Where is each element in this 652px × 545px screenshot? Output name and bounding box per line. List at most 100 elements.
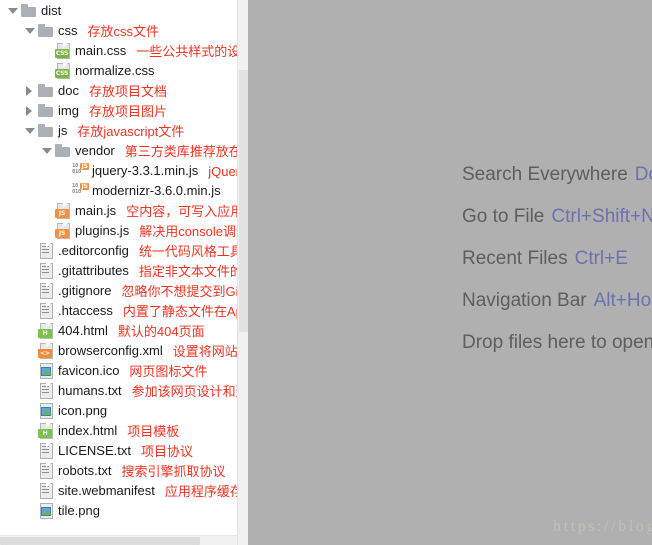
tree-node-label: .htaccess [58,302,113,318]
tree-file-row[interactable]: tile.png [0,500,237,520]
project-tree-panel[interactable]: dist css 存放css文件 CSS main.css 一些公共样式的设置 CSS nor… [0,0,237,545]
editor-hint-action: Go to File [462,206,545,227]
image-file-icon [38,362,54,379]
tree-file-row[interactable]: JS main.js 空内容，可写入应用程序的js代码 [0,200,237,220]
image-file-icon [38,402,54,419]
tree-node-annotation: 项目模板 [127,423,180,439]
js-file-icon: JS [55,202,71,219]
tree-file-row[interactable]: .htaccess 内置了静态文件在Apache下的优化策略 [0,300,237,320]
chevron-right-icon[interactable] [23,84,36,97]
text-lines-glyph [42,466,49,475]
css-file-icon: CSS [55,42,71,59]
tree-node-label: .gitattributes [58,262,129,278]
text-file-icon [38,382,54,399]
tree-node-annotation: 第三方类库推荐放在vendor下 [124,143,237,159]
tree-file-row[interactable]: CSS main.css 一些公共样式的设置 [0,40,237,60]
tree-node-annotation: 空内容，可写入应用程序的js代码 [126,203,237,219]
css-badge: CSS [55,49,69,58]
editor-hint-action: Recent Files [462,248,568,269]
tree-file-row[interactable]: favicon.ico 网页图标文件 [0,360,237,380]
tree-node-annotation: 应用程序缓存配置文件 [164,483,237,499]
tree-file-row[interactable]: <> browserconfig.xml 设置将网站固定到开始菜单时显示的图标 [0,340,237,360]
tree-node-annotation: 网页图标文件 [129,363,208,379]
folder-icon [21,2,37,18]
tree-file-row[interactable]: .gitignore 忽略你不想提交到Git上的文件 [0,280,237,300]
text-file-icon [38,262,54,279]
tree-node-annotation: 项目协议 [140,443,193,459]
chevron-down-icon[interactable] [6,4,19,17]
tree-node-annotation: 存放css文件 [87,23,160,39]
tree-file-row[interactable]: CSS normalize.css [0,60,237,80]
tree-file-row[interactable]: icon.png [0,400,237,420]
tree-node-annotation: 默认的404页面 [117,323,205,339]
tree-folder-row[interactable]: css 存放css文件 [0,20,237,40]
tree-folder-row[interactable]: vendor 第三方类库推荐放在vendor下 [0,140,237,160]
chevron-down-icon[interactable] [23,24,36,37]
tree-node-label: jquery-3.3.1.min.js [92,162,199,178]
tree-file-row[interactable]: 10 010 JS modernizr-3.6.0.min.js [0,180,237,200]
chevron-down-icon[interactable] [40,144,53,157]
text-lines-glyph [42,446,49,455]
folder-icon [38,102,54,118]
text-lines-glyph [42,246,49,255]
js-badge: JS [55,229,69,238]
tree-file-row[interactable]: robots.txt 搜索引擎抓取协议 [0,460,237,480]
tree-node-label: .editorconfig [58,242,129,258]
tree-node-annotation: 解决用console调试的时候IE报错 [139,223,237,239]
tree-node-annotation: 存放javascript文件 [77,123,185,139]
tree-file-row[interactable]: .editorconfig 统一代码风格工具 [0,240,237,260]
tree-node-annotation: 存放项目图片 [88,103,167,119]
tree-node-label: .gitignore [58,282,112,298]
editor-hint-action: Navigation Bar [462,290,587,311]
tree-file-row[interactable]: .gitattributes 指定非文本文件的对比合并方式 [0,260,237,280]
html-badge: H [38,429,52,438]
text-file-icon [38,242,54,259]
chevron-right-icon[interactable] [23,104,36,117]
tree-file-row[interactable]: Hindex.html 项目模板 [0,420,237,440]
tree-file-row[interactable]: site.webmanifest 应用程序缓存配置文件 [0,480,237,500]
tree-folder-row[interactable]: js 存放javascript文件 [0,120,237,140]
tree-folder-row[interactable]: doc 存放项目文档 [0,80,237,100]
picture-glyph [41,367,52,376]
tree-node-annotation: 参加该网页设计和建立的人们的信息 [131,383,237,399]
tree-file-row[interactable]: LICENSE.txt 项目协议 [0,440,237,460]
folder-icon [38,22,54,38]
editor-hint-action: Drop files here to open [462,332,652,353]
tree-node-label: img [58,102,79,118]
tree-file-row[interactable]: H 404.html 默认的404页面 [0,320,237,340]
tree-node-label: favicon.ico [58,362,120,378]
tree-file-row[interactable]: 10010JSjquery-3.3.1.min.js jQuery库 [0,160,237,180]
tree-node-label: main.js [75,202,117,218]
tree-node-annotation: 存放项目文档 [88,83,167,99]
editor-placeholder-panel[interactable]: Search Everywhere Double Shift Go to File C… [248,0,652,545]
editor-hint-row: Search Everywhere Double Shift [462,154,652,196]
tree-node-label: index.html [58,422,118,438]
tree-file-row[interactable]: humans.txt 参加该网页设计和建立的人们的信息 [0,380,237,400]
text-lines-glyph [42,486,49,495]
picture-glyph [41,407,52,416]
text-file-icon [38,282,54,299]
tree-horizontal-scrollbar-thumb[interactable] [0,537,200,545]
tree-node-annotation: 一些公共样式的设置 [136,43,237,59]
editor-hint-row: Drop files here to open [462,322,652,364]
js-file-icon: JS [55,222,71,239]
tree-node-label: normalize.css [75,62,155,78]
chevron-down-icon[interactable] [23,124,36,137]
tree-vertical-scrollbar-thumb[interactable] [239,70,248,332]
tree-node-annotation: 搜索引擎抓取协议 [121,463,226,479]
tree-folder-row[interactable]: dist [0,0,237,20]
tree-file-row[interactable]: JS plugins.js 解决用console调试的时候IE报错 [0,220,237,240]
tree-node-label: doc [58,82,79,98]
tree-horizontal-scrollbar[interactable] [0,535,237,545]
tree-vertical-scrollbar[interactable] [237,0,248,545]
tree-folder-row[interactable]: img 存放项目图片 [0,100,237,120]
